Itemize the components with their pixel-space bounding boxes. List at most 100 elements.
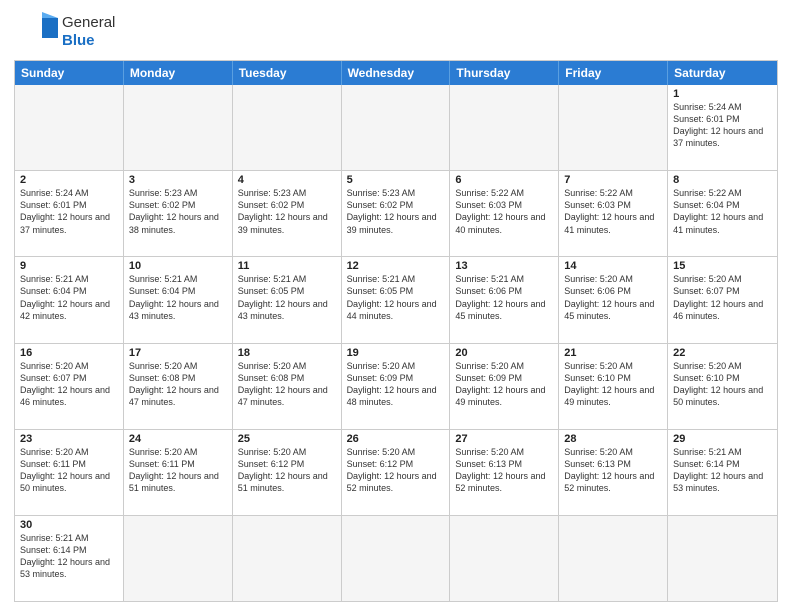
calendar: SundayMondayTuesdayWednesdayThursdayFrid… <box>14 60 778 602</box>
cal-header-tuesday: Tuesday <box>233 61 342 85</box>
day-number: 21 <box>564 347 662 359</box>
day-info: Sunrise: 5:20 AM Sunset: 6:07 PM Dayligh… <box>20 360 118 409</box>
cal-cell-21: 21Sunrise: 5:20 AM Sunset: 6:10 PM Dayli… <box>559 344 668 429</box>
cal-cell-empty-0-4 <box>450 85 559 170</box>
logo-svg <box>14 10 58 54</box>
cal-cell-6: 6Sunrise: 5:22 AM Sunset: 6:03 PM Daylig… <box>450 171 559 256</box>
cal-row-2: 9Sunrise: 5:21 AM Sunset: 6:04 PM Daylig… <box>15 256 777 342</box>
day-number: 28 <box>564 433 662 445</box>
day-number: 26 <box>347 433 445 445</box>
day-number: 6 <box>455 174 553 186</box>
day-info: Sunrise: 5:20 AM Sunset: 6:09 PM Dayligh… <box>455 360 553 409</box>
calendar-header-row: SundayMondayTuesdayWednesdayThursdayFrid… <box>15 61 777 85</box>
cal-cell-29: 29Sunrise: 5:21 AM Sunset: 6:14 PM Dayli… <box>668 430 777 515</box>
cal-cell-1: 1Sunrise: 5:24 AM Sunset: 6:01 PM Daylig… <box>668 85 777 170</box>
day-number: 22 <box>673 347 772 359</box>
day-number: 14 <box>564 260 662 272</box>
cal-cell-20: 20Sunrise: 5:20 AM Sunset: 6:09 PM Dayli… <box>450 344 559 429</box>
header: GeneralBlue <box>14 10 778 54</box>
cal-cell-11: 11Sunrise: 5:21 AM Sunset: 6:05 PM Dayli… <box>233 257 342 342</box>
day-number: 7 <box>564 174 662 186</box>
day-number: 20 <box>455 347 553 359</box>
day-number: 4 <box>238 174 336 186</box>
day-number: 23 <box>20 433 118 445</box>
calendar-body: 1Sunrise: 5:24 AM Sunset: 6:01 PM Daylig… <box>15 85 777 601</box>
cal-cell-empty-0-3 <box>342 85 451 170</box>
day-number: 5 <box>347 174 445 186</box>
cal-header-sunday: Sunday <box>15 61 124 85</box>
cal-cell-3: 3Sunrise: 5:23 AM Sunset: 6:02 PM Daylig… <box>124 171 233 256</box>
cal-cell-4: 4Sunrise: 5:23 AM Sunset: 6:02 PM Daylig… <box>233 171 342 256</box>
cal-cell-empty-5-1 <box>124 516 233 601</box>
day-number: 15 <box>673 260 772 272</box>
cal-cell-16: 16Sunrise: 5:20 AM Sunset: 6:07 PM Dayli… <box>15 344 124 429</box>
day-info: Sunrise: 5:20 AM Sunset: 6:06 PM Dayligh… <box>564 273 662 322</box>
cal-cell-empty-5-4 <box>450 516 559 601</box>
cal-cell-24: 24Sunrise: 5:20 AM Sunset: 6:11 PM Dayli… <box>124 430 233 515</box>
day-number: 16 <box>20 347 118 359</box>
day-number: 11 <box>238 260 336 272</box>
day-number: 30 <box>20 519 118 531</box>
day-info: Sunrise: 5:20 AM Sunset: 6:08 PM Dayligh… <box>129 360 227 409</box>
cal-row-5: 30Sunrise: 5:21 AM Sunset: 6:14 PM Dayli… <box>15 515 777 601</box>
day-info: Sunrise: 5:24 AM Sunset: 6:01 PM Dayligh… <box>673 101 772 150</box>
day-info: Sunrise: 5:21 AM Sunset: 6:06 PM Dayligh… <box>455 273 553 322</box>
cal-cell-empty-0-0 <box>15 85 124 170</box>
cal-cell-13: 13Sunrise: 5:21 AM Sunset: 6:06 PM Dayli… <box>450 257 559 342</box>
day-number: 13 <box>455 260 553 272</box>
cal-cell-9: 9Sunrise: 5:21 AM Sunset: 6:04 PM Daylig… <box>15 257 124 342</box>
cal-header-monday: Monday <box>124 61 233 85</box>
cal-cell-2: 2Sunrise: 5:24 AM Sunset: 6:01 PM Daylig… <box>15 171 124 256</box>
day-number: 27 <box>455 433 553 445</box>
day-info: Sunrise: 5:20 AM Sunset: 6:12 PM Dayligh… <box>238 446 336 495</box>
day-number: 18 <box>238 347 336 359</box>
page: GeneralBlue SundayMondayTuesdayWednesday… <box>0 0 792 612</box>
day-number: 29 <box>673 433 772 445</box>
day-info: Sunrise: 5:22 AM Sunset: 6:03 PM Dayligh… <box>564 187 662 236</box>
cal-cell-22: 22Sunrise: 5:20 AM Sunset: 6:10 PM Dayli… <box>668 344 777 429</box>
logo-blue-text: Blue <box>62 32 115 50</box>
cal-cell-empty-0-5 <box>559 85 668 170</box>
cal-cell-25: 25Sunrise: 5:20 AM Sunset: 6:12 PM Dayli… <box>233 430 342 515</box>
day-number: 24 <box>129 433 227 445</box>
day-info: Sunrise: 5:20 AM Sunset: 6:08 PM Dayligh… <box>238 360 336 409</box>
day-info: Sunrise: 5:21 AM Sunset: 6:05 PM Dayligh… <box>347 273 445 322</box>
day-info: Sunrise: 5:22 AM Sunset: 6:04 PM Dayligh… <box>673 187 772 236</box>
logo-general-text: General <box>62 14 115 32</box>
day-info: Sunrise: 5:21 AM Sunset: 6:04 PM Dayligh… <box>129 273 227 322</box>
cal-cell-empty-0-1 <box>124 85 233 170</box>
cal-cell-5: 5Sunrise: 5:23 AM Sunset: 6:02 PM Daylig… <box>342 171 451 256</box>
day-info: Sunrise: 5:20 AM Sunset: 6:10 PM Dayligh… <box>564 360 662 409</box>
cal-row-0: 1Sunrise: 5:24 AM Sunset: 6:01 PM Daylig… <box>15 85 777 170</box>
cal-row-1: 2Sunrise: 5:24 AM Sunset: 6:01 PM Daylig… <box>15 170 777 256</box>
cal-cell-empty-5-6 <box>668 516 777 601</box>
day-number: 2 <box>20 174 118 186</box>
logo: GeneralBlue <box>14 10 115 54</box>
cal-row-3: 16Sunrise: 5:20 AM Sunset: 6:07 PM Dayli… <box>15 343 777 429</box>
cal-cell-30: 30Sunrise: 5:21 AM Sunset: 6:14 PM Dayli… <box>15 516 124 601</box>
cal-header-saturday: Saturday <box>668 61 777 85</box>
day-number: 25 <box>238 433 336 445</box>
cal-cell-empty-5-2 <box>233 516 342 601</box>
cal-cell-8: 8Sunrise: 5:22 AM Sunset: 6:04 PM Daylig… <box>668 171 777 256</box>
cal-cell-18: 18Sunrise: 5:20 AM Sunset: 6:08 PM Dayli… <box>233 344 342 429</box>
day-info: Sunrise: 5:22 AM Sunset: 6:03 PM Dayligh… <box>455 187 553 236</box>
cal-cell-12: 12Sunrise: 5:21 AM Sunset: 6:05 PM Dayli… <box>342 257 451 342</box>
cal-cell-14: 14Sunrise: 5:20 AM Sunset: 6:06 PM Dayli… <box>559 257 668 342</box>
day-number: 12 <box>347 260 445 272</box>
day-info: Sunrise: 5:20 AM Sunset: 6:13 PM Dayligh… <box>564 446 662 495</box>
day-info: Sunrise: 5:20 AM Sunset: 6:12 PM Dayligh… <box>347 446 445 495</box>
cal-cell-10: 10Sunrise: 5:21 AM Sunset: 6:04 PM Dayli… <box>124 257 233 342</box>
cal-row-4: 23Sunrise: 5:20 AM Sunset: 6:11 PM Dayli… <box>15 429 777 515</box>
cal-cell-17: 17Sunrise: 5:20 AM Sunset: 6:08 PM Dayli… <box>124 344 233 429</box>
day-number: 17 <box>129 347 227 359</box>
cal-header-wednesday: Wednesday <box>342 61 451 85</box>
day-info: Sunrise: 5:20 AM Sunset: 6:10 PM Dayligh… <box>673 360 772 409</box>
day-number: 3 <box>129 174 227 186</box>
cal-cell-23: 23Sunrise: 5:20 AM Sunset: 6:11 PM Dayli… <box>15 430 124 515</box>
day-number: 8 <box>673 174 772 186</box>
day-info: Sunrise: 5:20 AM Sunset: 6:11 PM Dayligh… <box>20 446 118 495</box>
day-number: 10 <box>129 260 227 272</box>
cal-cell-empty-5-5 <box>559 516 668 601</box>
day-info: Sunrise: 5:23 AM Sunset: 6:02 PM Dayligh… <box>347 187 445 236</box>
